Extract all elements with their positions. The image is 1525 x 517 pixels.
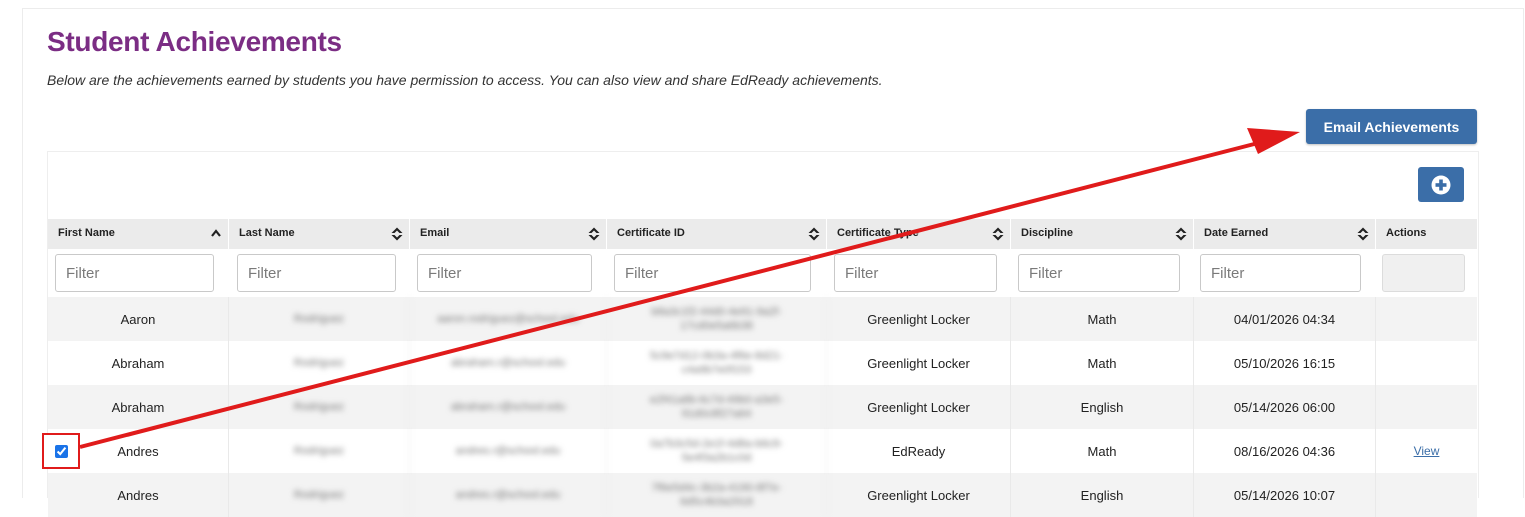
- table-row[interactable]: Abraham Rodriguez abraham.r@school.edu e…: [48, 385, 1477, 429]
- discipline-cell: Math: [1011, 429, 1194, 473]
- certificate-id-cell: b8a3c1f2-44d0-4e91-9a2f-17cd0e5a6b38: [607, 297, 827, 341]
- column-header-actions: Actions: [1376, 219, 1477, 249]
- column-label: Certificate Type: [837, 227, 919, 239]
- column-header-last-name[interactable]: Last Name: [229, 219, 410, 249]
- discipline-cell: English: [1011, 473, 1194, 517]
- column-header-date-earned[interactable]: Date Earned: [1194, 219, 1376, 249]
- sort-icon: [391, 227, 403, 241]
- column-label: Discipline: [1021, 227, 1073, 239]
- row-select-checkbox[interactable]: [54, 444, 68, 458]
- actions-cell: [1376, 341, 1477, 385]
- column-header-certificate-type[interactable]: Certificate Type: [827, 219, 1011, 249]
- certificate-id-filter-input[interactable]: [614, 254, 811, 292]
- last-name-cell: Rodriguez: [229, 429, 410, 473]
- last-name-cell: Rodriguez: [229, 297, 410, 341]
- date-earned-cell: 05/10/2026 16:15: [1194, 341, 1376, 385]
- email-filter-input[interactable]: [417, 254, 592, 292]
- view-link[interactable]: View: [1414, 444, 1440, 458]
- certificate-type-cell: Greenlight Locker: [827, 385, 1011, 429]
- date-earned-cell: 05/14/2026 06:00: [1194, 385, 1376, 429]
- first-name-filter-input[interactable]: [55, 254, 214, 292]
- date-earned-cell: 04/01/2026 04:34: [1194, 297, 1376, 341]
- column-label: Email: [420, 227, 450, 239]
- sort-icon: [992, 227, 1004, 241]
- column-label: Last Name: [239, 227, 295, 239]
- column-label: Certificate ID: [617, 227, 685, 239]
- last-name-cell: Rodriguez: [229, 341, 410, 385]
- column-header-email[interactable]: Email: [410, 219, 607, 249]
- certificate-type-cell: EdReady: [827, 429, 1011, 473]
- certificate-id-cell: e2f41a8b-6c7d-49b0-a3e5-91d0c8f27a64: [607, 385, 827, 429]
- filter-row: [48, 249, 1477, 297]
- actions-cell: [1376, 473, 1477, 517]
- first-name-cell: Abraham: [48, 385, 229, 429]
- first-name-cell: Andres: [48, 473, 229, 517]
- column-label: First Name: [58, 227, 115, 239]
- table-header: First Name Last Name Email Certificate I…: [48, 219, 1477, 249]
- page-title: Student Achievements: [47, 26, 342, 57]
- certificate-type-cell: Greenlight Locker: [827, 341, 1011, 385]
- discipline-cell: English: [1011, 385, 1194, 429]
- column-header-discipline[interactable]: Discipline: [1011, 219, 1194, 249]
- last-name-cell: Rodriguez: [229, 473, 410, 517]
- column-label: Actions: [1386, 227, 1427, 239]
- certificate-type-cell: Greenlight Locker: [827, 297, 1011, 341]
- last-name-filter-input[interactable]: [237, 254, 396, 292]
- actions-cell: [1376, 297, 1477, 341]
- sort-icon: [1175, 227, 1187, 241]
- table-row[interactable]: Abraham Rodriguez abraham.r@school.edu 5…: [48, 341, 1477, 385]
- certificate-type-filter-input[interactable]: [834, 254, 997, 292]
- certificate-id-cell: 7f6e5d4c-3b2a-4190-8f7e-6d5c4b3a2918: [607, 473, 827, 517]
- date-earned-cell: 08/16/2026 04:36: [1194, 429, 1376, 473]
- certificate-id-cell: 5c9e7d12-0b3a-4f6e-8d21-c4a9b7e0f153: [607, 341, 827, 385]
- sort-icon: [588, 227, 600, 241]
- discipline-filter-input[interactable]: [1018, 254, 1180, 292]
- table-row[interactable]: Aaron Rodriguez aaron.rodriguez@school.e…: [48, 297, 1477, 341]
- date-earned-cell: 05/14/2026 10:07: [1194, 473, 1376, 517]
- column-label: Date Earned: [1204, 227, 1269, 239]
- email-achievements-button[interactable]: Email Achievements: [1306, 109, 1477, 144]
- sort-icon: [1357, 227, 1369, 241]
- row-select-highlight: [42, 433, 80, 469]
- last-name-cell: Rodriguez: [229, 385, 410, 429]
- first-name-cell: Aaron: [48, 297, 229, 341]
- add-button[interactable]: [1418, 167, 1464, 202]
- column-header-certificate-id[interactable]: Certificate ID: [607, 219, 827, 249]
- actions-cell: View: [1376, 429, 1477, 473]
- discipline-cell: Math: [1011, 341, 1194, 385]
- actions-filter-disabled: [1382, 254, 1465, 292]
- first-name-cell: Abraham: [48, 341, 229, 385]
- email-cell: abraham.r@school.edu: [410, 385, 607, 429]
- actions-cell: [1376, 385, 1477, 429]
- date-earned-filter-input[interactable]: [1200, 254, 1361, 292]
- certificate-id-cell: 0a7b3c5d-2e1f-4d8a-b6c9-5e4f3a2b1c0d: [607, 429, 827, 473]
- table-body: Aaron Rodriguez aaron.rodriguez@school.e…: [48, 297, 1477, 517]
- sort-icon: [808, 227, 820, 241]
- plus-circle-icon: [1431, 175, 1451, 194]
- table-row[interactable]: Andres Rodriguez andres.r@school.edu 7f6…: [48, 473, 1477, 517]
- email-cell: abraham.r@school.edu: [410, 341, 607, 385]
- sort-ascending-icon: [211, 229, 221, 237]
- column-header-first-name[interactable]: First Name: [48, 219, 229, 249]
- email-cell: andres.r@school.edu: [410, 429, 607, 473]
- email-cell: andres.r@school.edu: [410, 473, 607, 517]
- page-subtitle: Below are the achievements earned by stu…: [47, 72, 883, 88]
- certificate-type-cell: Greenlight Locker: [827, 473, 1011, 517]
- email-cell: aaron.rodriguez@school.edu: [410, 297, 607, 341]
- discipline-cell: Math: [1011, 297, 1194, 341]
- table-row[interactable]: Andres Rodriguez andres.r@school.edu 0a7…: [48, 429, 1477, 473]
